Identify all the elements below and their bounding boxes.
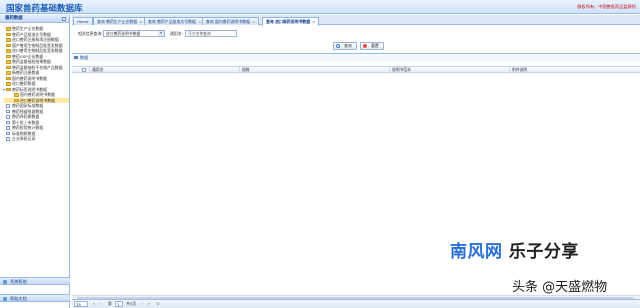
name-label: 通用名: [170,31,183,36]
folder-icon [6,87,11,92]
document-icon [6,104,10,108]
folder-icon [6,82,11,86]
sidebar-item-label: 标准物质数据 [12,130,36,136]
search-button[interactable]: 查询 [333,42,357,50]
page-label: 第 [108,301,112,306]
folder-icon [6,38,11,42]
select-all-checkbox[interactable] [82,68,86,72]
close-icon[interactable]: × [198,19,201,24]
sidebar-item-label: 进口兽药注册和再注册数据 [12,37,59,42]
folder-icon [6,43,11,48]
column-header[interactable]: 通用名 [89,67,239,73]
name-input[interactable]: 可为名称查询 [185,30,237,37]
sidebar-item-label: 国内兽药说明书数据 [20,92,56,97]
copyright-text: 版权所有：中国兽医药品监察所 [577,4,636,9]
help-icon [3,280,7,284]
refresh-icon[interactable]: ↻ [156,302,160,306]
tab-home[interactable]: Home [73,17,93,25]
folder-icon [14,98,19,103]
sidebar-item-label: 兽药标签说明书数据 [12,86,48,92]
tab-domestic-labels[interactable]: 查询 国内兽药说明书数据 × [202,17,260,25]
folder-icon [6,76,11,81]
next-page-icon[interactable]: › [140,302,144,306]
column-header[interactable]: 规格 [239,67,389,73]
close-icon[interactable]: × [139,19,142,24]
sidebar: 兽药数据 兽药生产企业数据 兽药产品批准文号数据 进口兽药注册和再注册数据 国产兽用生… [0,15,70,308]
category-select[interactable]: 进口兽药说明书数据 ▾ [103,30,165,37]
tab-import-labels[interactable]: 查询 进口兽药说明书数据 × [262,17,320,26]
reset-icon [363,44,367,48]
sidebar-panel-help-docs[interactable]: 帮助文档 [0,294,70,302]
column-header[interactable]: 说明书范本 [389,67,509,73]
grid-header: 通用名 规格 说明书范本 附件说明 [72,66,640,73]
folder-icon [6,71,11,75]
folder-icon [6,65,11,70]
document-icon [3,297,7,301]
folder-icon [6,60,11,64]
search-form: 相关信息查询: 进口兽药说明书数据 ▾ 通用名: 可为名称查询 [72,29,640,38]
document-icon [6,115,10,119]
page-number-input[interactable]: 1 [115,301,123,307]
sidebar-item-label: 兽药检验统计数据 [12,125,44,130]
sidebar-header[interactable]: 兽药数据 [0,15,69,23]
collapse-icon[interactable] [62,17,66,21]
sidebar-item-label: 兽药生产企业数据 [12,26,44,31]
sidebar-item-label: 新兽药注册数据 [12,70,40,75]
watermark-credit: 头条 @天盛燃物 [512,280,608,295]
column-header[interactable]: 附件说明 [509,67,640,73]
grid-icon [74,55,78,59]
sidebar-item-label: 兽药国家标准数据 [12,103,44,108]
document-icon [6,131,10,136]
search-icon [336,44,340,48]
sidebar-item-label: 国产兽用生物制品批签发数据 [12,42,63,48]
sidebar-item-label: 进口兽药数据 [12,81,36,86]
category-label: 相关信息查询: [78,31,103,36]
prev-page-icon[interactable]: ‹ [99,302,103,306]
document-icon [6,120,10,125]
app-title: 国家兽药基础数据库 [6,4,83,14]
reset-button[interactable]: 重置 [360,42,384,50]
folder-icon [6,27,11,31]
sidebar-item-label: 兽药监督抽检不合格产品数据 [12,64,63,70]
total-pages: 共0页 [126,301,137,306]
sidebar-item-label: 兽药产品批准文号数据 [12,31,51,37]
sidebar-item-label: 第十批上市数据 [12,119,40,125]
close-icon[interactable]: × [312,19,315,24]
sidebar-header-label: 兽药数据 [5,16,23,21]
folder-icon [6,54,11,59]
tab-manufacturers[interactable]: 查询 兽药生产企业数据 × [93,17,147,25]
sidebar-item-label: 兽药GSP企业数据 [12,53,44,59]
document-icon [6,137,10,141]
sidebar-item-label: 国内兽药说明书数据 [12,75,48,81]
grid-title: 数据 [72,54,640,61]
data-grid: 数据 通用名 规格 说明书范本 附件说明 25 « ‹ 第 1 共0页 › » … [72,53,640,308]
page-size-select[interactable]: 25 [74,301,88,307]
main-panel: Home 查询 兽药生产企业数据 × 查询 兽药产品批准文号数据 × 查询 国内兽药… [72,15,640,308]
sidebar-item-label: 兽药监督抽检结果数据 [12,59,51,64]
folder-icon [6,49,11,53]
last-page-icon[interactable]: » [147,302,151,306]
sidebar-item-label: 兽药停药期数据 [12,114,40,119]
sidebar-panel-system-help[interactable]: 系统帮助 [0,277,70,285]
first-page-icon[interactable]: « [92,302,96,306]
document-icon [6,109,10,114]
tab-approval-numbers[interactable]: 查询 兽药产品批准文号数据 × [144,17,206,25]
sidebar-tree: 兽药生产企业数据 兽药产品批准文号数据 进口兽药注册和再注册数据 国产兽用生物制品批签… [0,23,69,142]
sidebar-panel-label: 系统帮助 [10,279,27,284]
tab-bar: Home 查询 兽药生产企业数据 × 查询 兽药产品批准文号数据 × 查询 国内兽药… [72,15,640,26]
app-header: 国家兽药基础数据库 版权所有：中国兽医药品监察所 [0,0,640,14]
sidebar-item[interactable]: 企业承担记录 [4,136,69,142]
sidebar-item-label: 进口兽药说明书数据 [20,97,56,103]
sidebar-item-label: 兽药残留限量数据 [12,108,44,114]
folder-icon [6,32,11,37]
watermark: 南风网 乐子分享 [450,242,579,262]
folder-icon [14,93,19,97]
document-icon [6,126,10,130]
sidebar-panel-label: 帮助文档 [10,296,27,301]
sidebar-item-label: 企业承担记录 [12,136,36,141]
close-icon[interactable]: × [252,19,255,24]
chevron-down-icon[interactable]: ▾ [158,31,164,36]
sidebar-item-label: 进口兽用生物制品批签发数据 [12,48,63,53]
pagination-bar: 25 « ‹ 第 1 共0页 › » ↻ [72,299,640,308]
